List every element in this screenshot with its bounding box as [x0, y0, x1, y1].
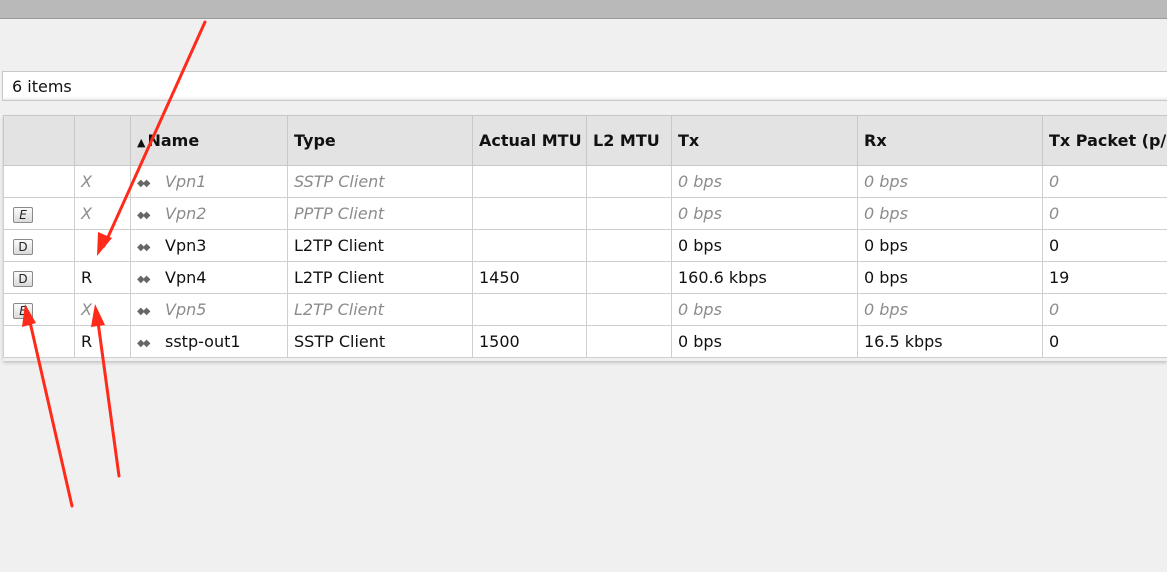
tx-cell: 0 bps	[671, 293, 858, 326]
row-action-cell: D	[3, 261, 75, 294]
flag-cell: X	[74, 165, 131, 198]
row-action-cell	[3, 165, 75, 198]
interface-icon: ◆◆	[137, 210, 150, 221]
row-action-cell: D	[3, 229, 75, 262]
tx-cell: 0 bps	[671, 197, 858, 230]
type-cell: L2TP Client	[287, 229, 473, 262]
type-cell: SSTP Client	[287, 165, 473, 198]
column-header-tx-packet[interactable]: Tx Packet (p/	[1042, 115, 1167, 166]
interface-icon: ◆◆	[137, 178, 150, 189]
column-header-rx[interactable]: Rx	[857, 115, 1043, 166]
item-count-bar: 6 items	[2, 71, 1167, 101]
l2-mtu-cell	[586, 229, 672, 262]
tx-packet-cell: 0	[1042, 229, 1167, 262]
enable-button[interactable]: E	[13, 207, 33, 223]
interface-name: sstp-out1	[165, 332, 241, 351]
interfaces-table: ▲ Name Type Actual MTU L2 MTU Tx Rx Tx Pa…	[3, 115, 1167, 358]
column-header-l2-mtu[interactable]: L2 MTU	[586, 115, 672, 166]
name-cell: ◆◆ Vpn4	[130, 261, 288, 294]
tx-packet-cell: 0	[1042, 197, 1167, 230]
column-header-tx[interactable]: Tx	[671, 115, 858, 166]
table-row[interactable]: E X ◆◆ Vpn2 PPTP Client 0 bps 0 bps 0	[3, 197, 1167, 230]
rx-cell: 0 bps	[857, 197, 1043, 230]
tx-cell: 0 bps	[671, 165, 858, 198]
type-cell: PPTP Client	[287, 197, 473, 230]
name-cell: ◆◆ Vpn2	[130, 197, 288, 230]
rx-cell: 0 bps	[857, 165, 1043, 198]
type-cell: L2TP Client	[287, 261, 473, 294]
flag-cell: X	[74, 197, 131, 230]
l2-mtu-cell	[586, 325, 672, 358]
table-row[interactable]: R ◆◆ sstp-out1 SSTP Client 1500 0 bps 16.5 kbp…	[3, 325, 1167, 358]
interface-icon: ◆◆	[137, 338, 150, 349]
column-header-name[interactable]: ▲ Name	[130, 115, 288, 166]
rx-cell: 0 bps	[857, 229, 1043, 262]
interface-name: Vpn4	[165, 268, 207, 287]
item-count-label: 6 items	[12, 77, 72, 96]
l2-mtu-cell	[586, 197, 672, 230]
l2-mtu-cell	[586, 165, 672, 198]
flag-cell: X	[74, 293, 131, 326]
tx-cell: 160.6 kbps	[671, 261, 858, 294]
actual-mtu-cell	[472, 293, 587, 326]
rx-cell: 0 bps	[857, 261, 1043, 294]
tx-cell: 0 bps	[671, 325, 858, 358]
disable-button[interactable]: D	[13, 239, 33, 255]
name-cell: ◆◆ Vpn5	[130, 293, 288, 326]
l2-mtu-cell	[586, 293, 672, 326]
column-header-action[interactable]	[3, 115, 75, 166]
interface-icon: ◆◆	[137, 242, 150, 253]
actual-mtu-cell: 1450	[472, 261, 587, 294]
interface-icon: ◆◆	[137, 274, 150, 285]
tx-packet-cell: 19	[1042, 261, 1167, 294]
flag-cell	[74, 229, 131, 262]
actual-mtu-cell: 1500	[472, 325, 587, 358]
flag-cell: R	[74, 325, 131, 358]
window-top-bar	[0, 0, 1167, 19]
rx-cell: 16.5 kbps	[857, 325, 1043, 358]
flag-cell: R	[74, 261, 131, 294]
column-header-flags[interactable]	[74, 115, 131, 166]
interfaces-table-body: X ◆◆ Vpn1 SSTP Client 0 bps 0 bps 0 E X ◆◆ Vpn2 PPT…	[3, 165, 1167, 358]
sort-ascending-icon: ▲	[137, 136, 146, 149]
interface-name: Vpn2	[165, 204, 207, 223]
row-action-cell: E	[3, 197, 75, 230]
name-cell: ◆◆ Vpn3	[130, 229, 288, 262]
row-action-cell: E	[3, 293, 75, 326]
tx-packet-cell: 0	[1042, 325, 1167, 358]
table-row[interactable]: X ◆◆ Vpn1 SSTP Client 0 bps 0 bps 0	[3, 165, 1167, 198]
interface-name: Vpn1	[165, 172, 207, 191]
actual-mtu-cell	[472, 165, 587, 198]
interfaces-table-container: ▲ Name Type Actual MTU L2 MTU Tx Rx Tx Pa…	[3, 115, 1167, 361]
rx-cell: 0 bps	[857, 293, 1043, 326]
actual-mtu-cell	[472, 229, 587, 262]
tx-cell: 0 bps	[671, 229, 858, 262]
type-cell: L2TP Client	[287, 293, 473, 326]
column-header-name-label: Name	[147, 131, 200, 150]
column-header-type[interactable]: Type	[287, 115, 473, 166]
interface-icon: ◆◆	[137, 306, 150, 317]
interface-name: Vpn3	[165, 236, 207, 255]
name-cell: ◆◆ Vpn1	[130, 165, 288, 198]
table-row[interactable]: D R ◆◆ Vpn4 L2TP Client 1450 160.6 kbps 0 bps 19	[3, 261, 1167, 294]
table-row[interactable]: E X ◆◆ Vpn5 L2TP Client 0 bps 0 bps 0	[3, 293, 1167, 326]
table-row[interactable]: D ◆◆ Vpn3 L2TP Client 0 bps 0 bps 0	[3, 229, 1167, 262]
tx-packet-cell: 0	[1042, 165, 1167, 198]
enable-button[interactable]: E	[13, 303, 33, 319]
disable-button[interactable]: D	[13, 271, 33, 287]
column-header-actual-mtu[interactable]: Actual MTU	[472, 115, 587, 166]
l2-mtu-cell	[586, 261, 672, 294]
row-action-cell	[3, 325, 75, 358]
interface-name: Vpn5	[165, 300, 207, 319]
header-row: ▲ Name Type Actual MTU L2 MTU Tx Rx Tx Pa…	[3, 115, 1167, 166]
type-cell: SSTP Client	[287, 325, 473, 358]
actual-mtu-cell	[472, 197, 587, 230]
name-cell: ◆◆ sstp-out1	[130, 325, 288, 358]
tx-packet-cell: 0	[1042, 293, 1167, 326]
